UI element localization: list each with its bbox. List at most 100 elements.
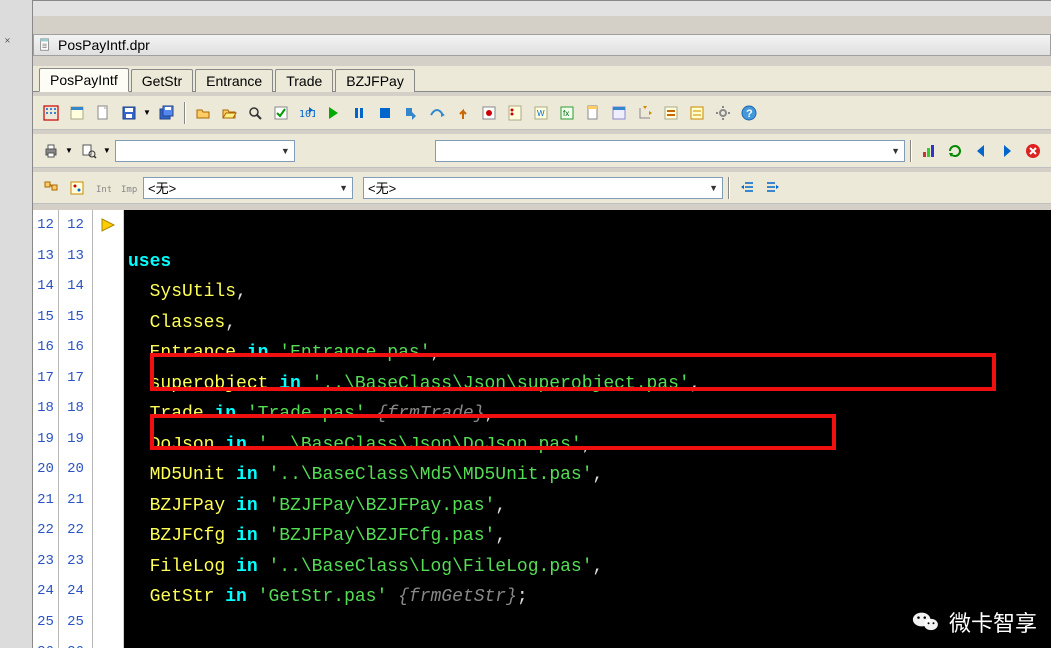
check-icon[interactable]	[269, 101, 293, 125]
line-number: 25	[33, 607, 58, 638]
line-marker[interactable]	[93, 332, 123, 363]
step-out-icon[interactable]	[451, 101, 475, 125]
code-line[interactable]: Trade in 'Trade.pas' {frmTrade},	[124, 399, 1051, 430]
save-icon[interactable]	[117, 101, 141, 125]
dropdown-arrow[interactable]: ▼	[141, 108, 153, 117]
open-folder-icon[interactable]	[217, 101, 241, 125]
pause-icon[interactable]	[347, 101, 371, 125]
new-form-icon[interactable]	[65, 101, 89, 125]
trace-into-icon[interactable]	[399, 101, 423, 125]
printer-icon[interactable]	[39, 139, 63, 163]
code-line[interactable]: SysUtils,	[124, 277, 1051, 308]
project-icon[interactable]	[659, 101, 683, 125]
line-number: 12	[59, 210, 92, 241]
code-line[interactable]: Classes,	[124, 308, 1051, 339]
form-icon[interactable]	[607, 101, 631, 125]
wechat-icon	[911, 607, 941, 637]
line-marker[interactable]	[93, 515, 123, 546]
dropdown-arrow[interactable]: ▼	[101, 146, 113, 155]
step-over-icon[interactable]	[425, 101, 449, 125]
line-marker[interactable]	[93, 546, 123, 577]
stop-icon[interactable]	[373, 101, 397, 125]
nav-back-icon[interactable]	[969, 139, 993, 163]
members-icon[interactable]	[65, 176, 89, 200]
line-number: 17	[59, 363, 92, 394]
code-line[interactable]: superobject in '..\BaseClass\Json\supero…	[124, 369, 1051, 400]
evaluate-icon[interactable]: fx	[555, 101, 579, 125]
line-marker[interactable]	[93, 302, 123, 333]
code-line[interactable]: FileLog in '..\BaseClass\Log\FileLog.pas…	[124, 552, 1051, 583]
execution-marker-icon[interactable]	[93, 210, 123, 241]
line-number: 12	[33, 210, 58, 241]
indent-right-icon[interactable]	[761, 176, 785, 200]
code-line[interactable]: BZJFPay in 'BZJFPay\BZJFPay.pas',	[124, 491, 1051, 522]
line-number: 13	[59, 241, 92, 272]
line-marker[interactable]	[93, 241, 123, 272]
tab-entrance[interactable]: Entrance	[195, 69, 273, 92]
open-icon[interactable]	[191, 101, 215, 125]
code-line[interactable]: uses	[124, 247, 1051, 278]
line-number: 19	[59, 424, 92, 455]
line-marker[interactable]	[93, 454, 123, 485]
refresh-icon[interactable]	[943, 139, 967, 163]
play-icon[interactable]	[321, 101, 345, 125]
intf-icon[interactable]: Intf	[91, 176, 115, 200]
line-marker[interactable]	[93, 393, 123, 424]
line-marker[interactable]	[93, 271, 123, 302]
code-editor[interactable]: uses SysUtils, Classes, Entrance in 'Ent…	[124, 210, 1051, 648]
line-marker[interactable]	[93, 607, 123, 638]
line-number: 23	[59, 546, 92, 577]
nav-fwd-icon[interactable]	[995, 139, 1019, 163]
save-all-icon[interactable]	[155, 101, 179, 125]
line-number: 26	[59, 637, 92, 648]
print-preview-icon[interactable]	[77, 139, 101, 163]
find-icon[interactable]	[243, 101, 267, 125]
impl-icon[interactable]: Impl	[117, 176, 141, 200]
tab-getstr[interactable]: GetStr	[131, 69, 193, 92]
scope-combo-2[interactable]: <无>▼	[363, 177, 723, 199]
navigation-toolbar: ▼▼ ▼ ▼	[33, 134, 1051, 168]
code-line[interactable]: {$R *.res}	[124, 643, 1051, 648]
code-line[interactable]: BZJFCfg in 'BZJFPay\BZJFCfg.pas',	[124, 521, 1051, 552]
toggle-bp-icon[interactable]	[477, 101, 501, 125]
unit-icon[interactable]	[581, 101, 605, 125]
file-icon	[38, 38, 52, 52]
breakpoints-icon[interactable]	[503, 101, 527, 125]
structure-icon[interactable]	[39, 176, 63, 200]
line-marker[interactable]	[93, 485, 123, 516]
new-file-icon[interactable]	[91, 101, 115, 125]
line-number: 19	[33, 424, 58, 455]
code-line[interactable]: MD5Unit in '..\BaseClass\Md5\MD5Unit.pas…	[124, 460, 1051, 491]
run-to-icon[interactable]: 101	[295, 101, 319, 125]
dropdown-arrow[interactable]: ▼	[63, 146, 75, 155]
toggle-icon[interactable]	[633, 101, 657, 125]
line-marker[interactable]	[93, 576, 123, 607]
line-marker[interactable]	[93, 637, 123, 648]
line-number: 17	[33, 363, 58, 394]
tab-bzjfpay[interactable]: BZJFPay	[335, 69, 415, 92]
code-line[interactable]: DoJson in '..\BaseClass\Json\DoJson.pas'…	[124, 430, 1051, 461]
method-combo[interactable]: ▼	[435, 140, 905, 162]
watch-icon[interactable]: W	[529, 101, 553, 125]
tab-trade[interactable]: Trade	[275, 69, 333, 92]
close-red-icon[interactable]	[1021, 139, 1045, 163]
bars-chart-icon[interactable]	[917, 139, 941, 163]
scope-combo-2-value: <无>	[368, 178, 396, 197]
options-icon[interactable]	[685, 101, 709, 125]
line-marker[interactable]	[93, 363, 123, 394]
scope-combo-1[interactable]: <无>▼	[143, 177, 353, 199]
code-line[interactable]: Entrance in 'Entrance.pas',	[124, 338, 1051, 369]
gear-icon[interactable]	[711, 101, 735, 125]
line-marker[interactable]	[93, 424, 123, 455]
tab-pospayintf[interactable]: PosPayIntf	[39, 68, 129, 92]
dock-tab[interactable]: ×	[0, 30, 15, 49]
indent-left-icon[interactable]	[735, 176, 759, 200]
members-toolbar: IntfImpl <无>▼ <无>▼	[33, 172, 1051, 204]
line-number: 20	[33, 454, 58, 485]
document-title: PosPayIntf.dpr	[58, 37, 150, 53]
code-line[interactable]	[124, 216, 1051, 247]
editor-tab-row: PosPayIntfGetStrEntranceTradeBZJFPay	[33, 66, 1051, 92]
help-icon[interactable]: ?	[737, 101, 761, 125]
align-grid-icon[interactable]	[39, 101, 63, 125]
class-combo[interactable]: ▼	[115, 140, 295, 162]
